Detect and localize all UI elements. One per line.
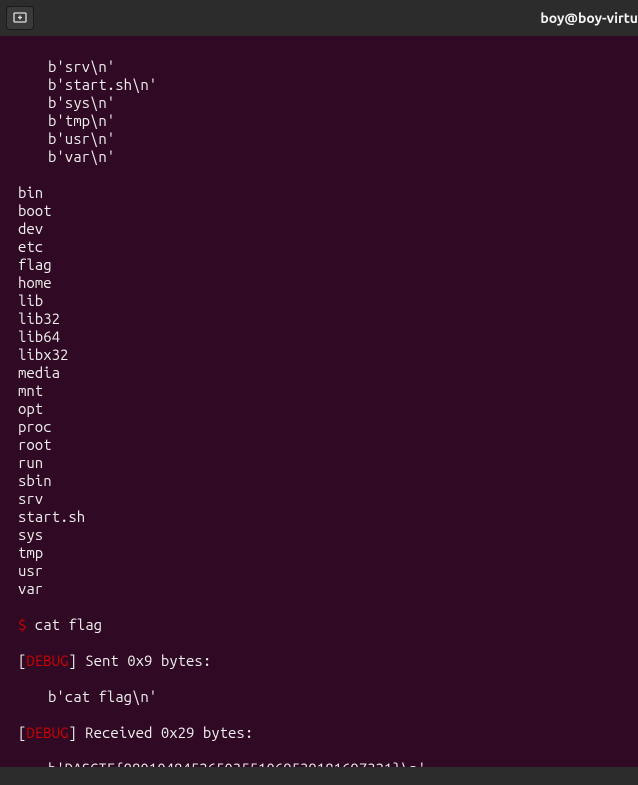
debug-tag: DEBUG [26,724,68,741]
bottom-bar [0,767,638,785]
terminal-output[interactable]: b'srv\n'b'start.sh\n'b'sys\n'b'tmp\n'b'u… [0,36,638,785]
debug-data: b'cat flag\n' [0,688,638,706]
list-item: media [0,364,638,382]
titlebar: boy@boy-virtu [0,0,638,36]
byte-line: b'usr\n' [0,130,638,148]
list-item: sys [0,526,638,544]
list-item: mnt [0,382,638,400]
new-tab-icon [12,10,28,26]
byte-line: b'tmp\n' [0,112,638,130]
byte-line: b'srv\n' [0,58,638,76]
list-item: home [0,274,638,292]
debug-line: [DEBUG] Received 0x29 bytes: [0,724,638,742]
command-text: cat flag [26,616,102,633]
list-item: libx32 [0,346,638,364]
list-item: lib32 [0,310,638,328]
list-item: var [0,580,638,598]
list-item: sbin [0,472,638,490]
list-item: etc [0,238,638,256]
list-item: lib64 [0,328,638,346]
list-item: start.sh [0,508,638,526]
list-item: root [0,436,638,454]
debug-line: [DEBUG] Sent 0x9 bytes: [0,652,638,670]
window-title: boy@boy-virtu [540,9,638,27]
list-item: flag [0,256,638,274]
list-item: bin [0,184,638,202]
list-item: opt [0,400,638,418]
debug-tag: DEBUG [26,652,68,669]
new-tab-button[interactable] [6,6,34,30]
list-item: tmp [0,544,638,562]
byte-line: b'var\n' [0,148,638,166]
list-item: boot [0,202,638,220]
list-item: lib [0,292,638,310]
list-item: proc [0,418,638,436]
prompt-line: $ cat flag [0,616,638,634]
list-item: dev [0,220,638,238]
list-item: run [0,454,638,472]
list-item: srv [0,490,638,508]
list-item: usr [0,562,638,580]
byte-line: b'start.sh\n' [0,76,638,94]
byte-line: b'sys\n' [0,94,638,112]
